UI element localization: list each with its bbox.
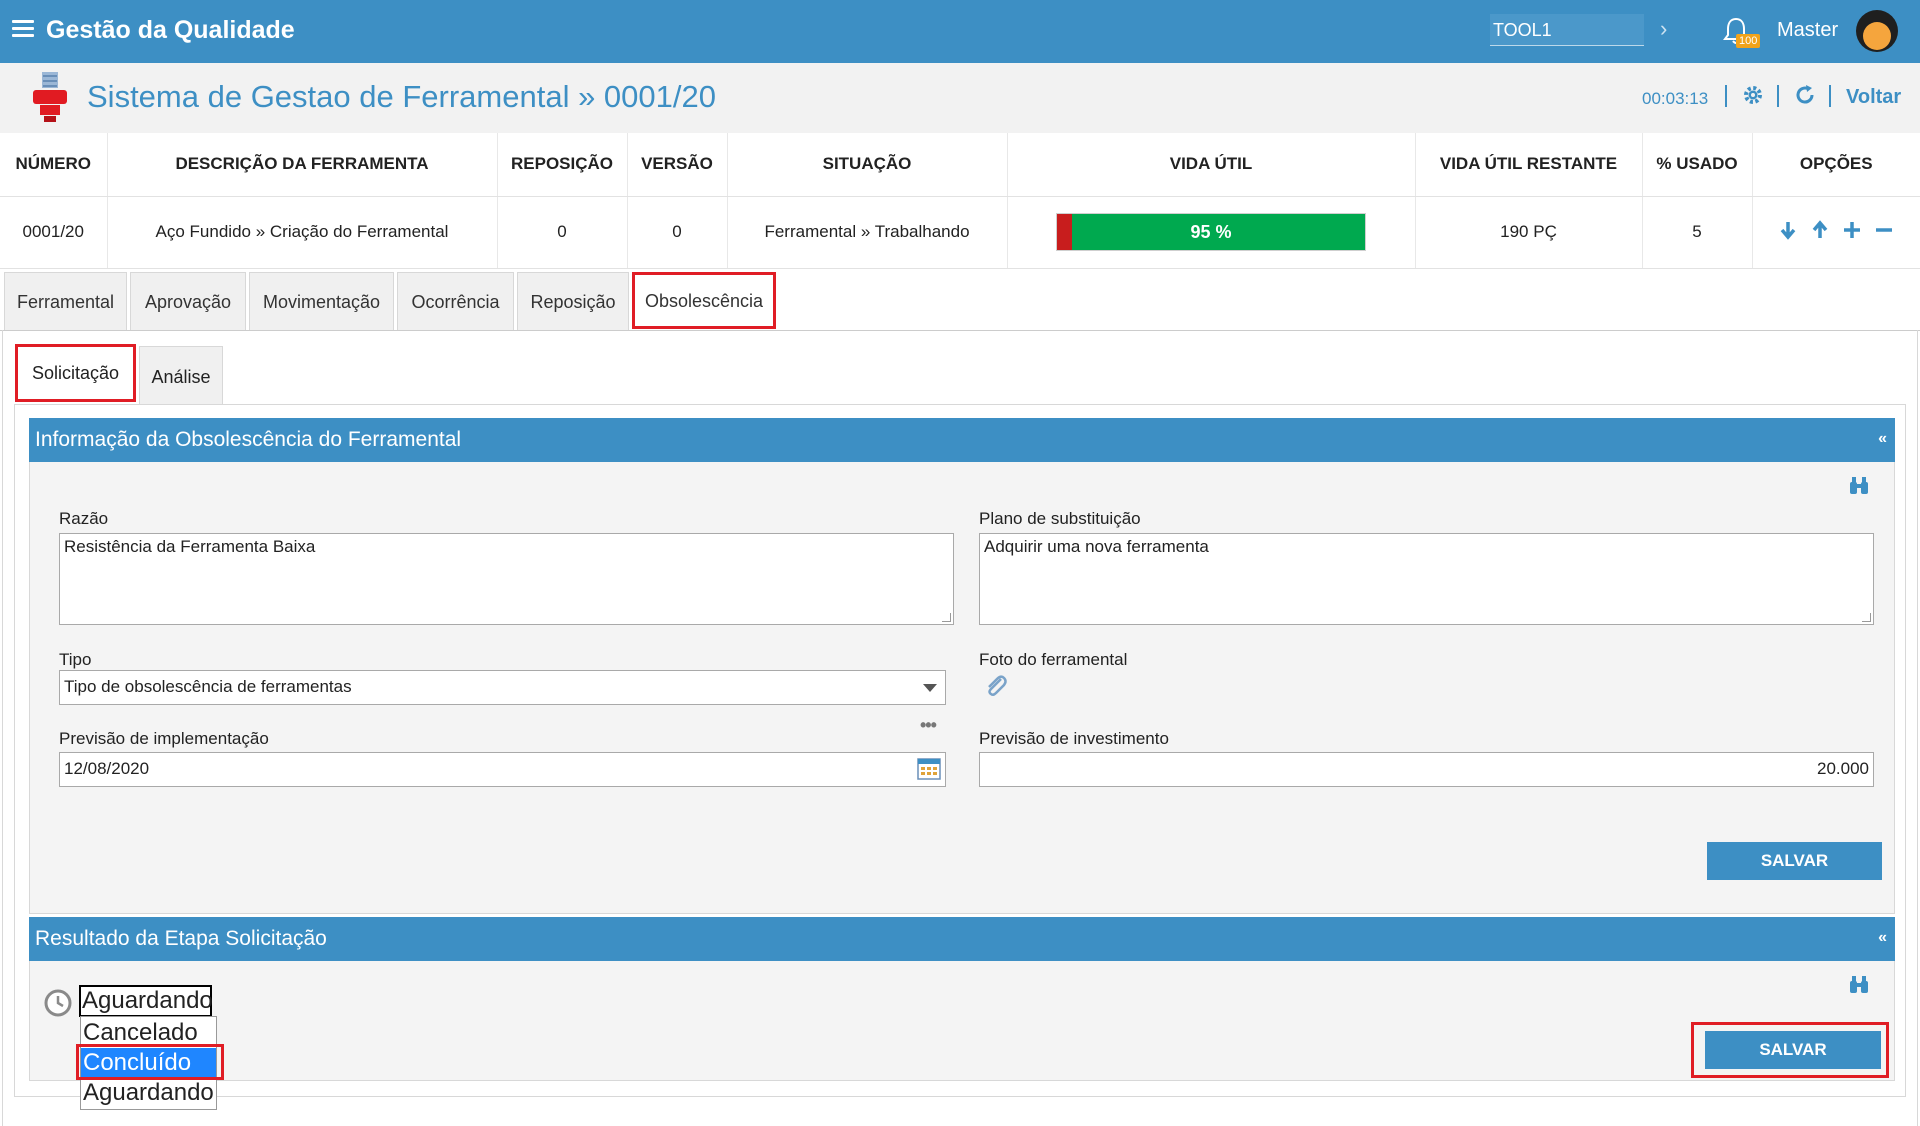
minus-icon[interactable]: [1874, 220, 1894, 240]
gear-icon[interactable]: [1741, 83, 1765, 107]
avatar[interactable]: [1856, 10, 1898, 52]
descricao-cell: Aço Fundido » Criação do Ferramental: [107, 196, 498, 269]
top-bar: Gestão da Qualidade TOOL1 › 100 Master: [0, 0, 1920, 63]
tab-reposicao[interactable]: Reposição: [517, 272, 629, 330]
info-panel-title: Informação da Obsolescência do Ferrament…: [35, 428, 462, 451]
arrow-up-icon[interactable]: [1810, 219, 1830, 240]
subtab-analise[interactable]: Análise: [139, 346, 223, 404]
tab-aprovacao[interactable]: Aprovação: [130, 272, 246, 330]
binoculars-icon[interactable]: [1848, 975, 1870, 995]
col-header: VIDA ÚTIL: [1007, 133, 1416, 197]
tab-movimentacao[interactable]: Movimentação: [249, 272, 394, 330]
highlight-frame: [76, 1044, 224, 1080]
page-header: Sistema de Gestao de Ferramental » 0001/…: [0, 63, 1920, 133]
calendar-icon[interactable]: [917, 758, 941, 780]
clock-icon: [44, 989, 72, 1017]
versao-cell: 0: [627, 196, 728, 269]
razao-textarea[interactable]: Resistência da Ferramenta Baixa: [59, 533, 954, 625]
tipo-select[interactable]: Tipo de obsolescência de ferramentas: [59, 670, 946, 705]
col-header: % USADO: [1642, 133, 1753, 197]
tab-ferramental[interactable]: Ferramental: [4, 272, 127, 330]
subtab-solicitacao[interactable]: Solicitação: [15, 344, 136, 402]
status-select-value: Aguardando: [82, 987, 213, 1014]
main-tabs: Ferramental Aprovação Movimentação Ocorr…: [0, 272, 1920, 330]
col-header: VERSÃO: [627, 133, 728, 197]
collapse-button[interactable]: «: [1878, 430, 1887, 448]
foto-label: Foto do ferramental: [979, 650, 1128, 669]
tipo-label: Tipo: [59, 650, 92, 669]
result-panel-header: Resultado da Etapa Solicitação «: [29, 917, 1895, 961]
divider: [1725, 85, 1727, 107]
situacao-cell: Ferramental » Trabalhando: [727, 196, 1008, 269]
divider: [1829, 85, 1831, 107]
plus-icon[interactable]: [1842, 220, 1862, 240]
user-name[interactable]: Master: [1777, 19, 1838, 42]
plano-textarea[interactable]: Adquirir uma nova ferramenta: [979, 533, 1874, 625]
prev-inv-input[interactable]: 20.000: [979, 752, 1874, 787]
refresh-icon[interactable]: [1793, 83, 1817, 107]
col-header: NÚMERO: [0, 133, 108, 197]
tool-summary-table: NÚMERO DESCRIÇÃO DA FERRAMENTA REPOSIÇÃO…: [0, 133, 1920, 269]
vida-util-cell: 95 %: [1007, 196, 1416, 269]
prev-impl-date-input[interactable]: 12/08/2020: [59, 752, 946, 787]
dropdown-option-aguardando[interactable]: Aguardando: [81, 1078, 216, 1108]
hamburger-menu-icon[interactable]: [12, 20, 34, 38]
col-header: VIDA ÚTIL RESTANTE: [1415, 133, 1643, 197]
session-timer: 00:03:13: [1642, 89, 1709, 108]
tab-obsolescencia[interactable]: Obsolescência: [632, 272, 776, 329]
paperclip-icon[interactable]: [983, 673, 1009, 699]
app-title: Gestão da Qualidade: [46, 16, 295, 44]
prev-impl-label: Previsão de implementação: [59, 729, 269, 748]
binoculars-icon[interactable]: [1848, 476, 1870, 496]
page-title: Sistema de Gestao de Ferramental » 0001/…: [87, 79, 716, 114]
result-panel-body: [29, 961, 1895, 1081]
save-button[interactable]: SALVAR: [1707, 842, 1882, 880]
usado-cell: 5: [1642, 196, 1753, 269]
col-header: REPOSIÇÃO: [497, 133, 628, 197]
chevron-right-icon[interactable]: ›: [1660, 16, 1667, 42]
razao-label: Razão: [59, 509, 109, 528]
back-link[interactable]: Voltar: [1846, 86, 1901, 109]
more-options-icon[interactable]: •••: [920, 715, 937, 736]
save-result-button[interactable]: SALVAR: [1705, 1031, 1881, 1069]
vida-util-bar: 95 %: [1056, 213, 1366, 251]
divider: [1777, 85, 1779, 107]
col-header: SITUAÇÃO: [727, 133, 1008, 197]
reposicao-cell: 0: [497, 196, 628, 269]
plano-label: Plano de substituição: [979, 509, 1141, 528]
col-header: OPÇÕES: [1752, 133, 1920, 197]
info-panel-header: Informação da Obsolescência do Ferrament…: [29, 418, 1895, 462]
vida-util-label: 95 %: [1190, 222, 1232, 242]
table-row: 0001/20 Aço Fundido » Criação do Ferrame…: [0, 196, 1920, 269]
search-input[interactable]: TOOL1: [1490, 14, 1644, 46]
status-select[interactable]: Aguardando: [79, 985, 213, 1017]
vida-restante-cell: 190 PÇ: [1415, 196, 1643, 269]
chevron-down-icon: [923, 684, 937, 692]
prev-impl-value: 12/08/2020: [64, 759, 150, 778]
table-header-row: NÚMERO DESCRIÇÃO DA FERRAMENTA REPOSIÇÃO…: [0, 133, 1920, 197]
collapse-button[interactable]: «: [1878, 929, 1887, 947]
tipo-select-value: Tipo de obsolescência de ferramentas: [64, 677, 352, 696]
numero-cell: 0001/20: [0, 196, 108, 269]
col-header: DESCRIÇÃO DA FERRAMENTA: [107, 133, 498, 197]
tab-ocorrencia[interactable]: Ocorrência: [397, 272, 514, 330]
result-panel-title: Resultado da Etapa Solicitação: [35, 927, 327, 950]
tool-logo-icon: [33, 72, 67, 122]
options-cell: [1752, 196, 1920, 269]
prev-inv-label: Previsão de investimento: [979, 729, 1169, 748]
arrow-down-icon[interactable]: [1778, 220, 1798, 240]
notification-badge: 100: [1736, 34, 1761, 48]
